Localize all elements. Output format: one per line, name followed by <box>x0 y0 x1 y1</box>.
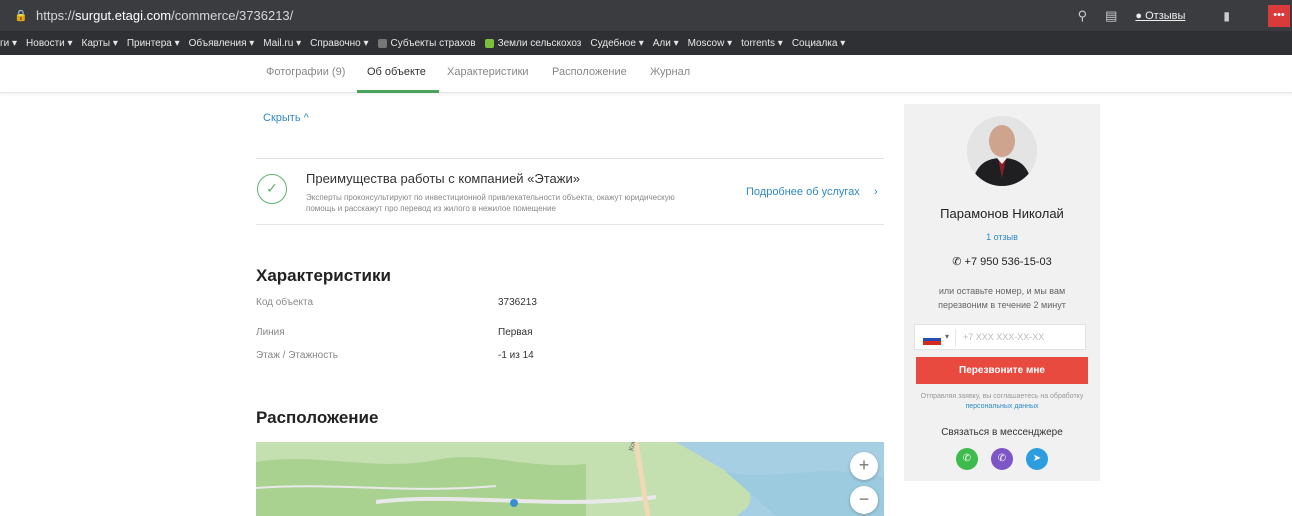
map-tiles <box>256 442 884 516</box>
bookmark-label: Судебное ▾ <box>590 37 644 49</box>
agent-card: Парамонов Николай 1 отзыв ✆ +7 950 536-1… <box>904 104 1100 481</box>
active-tab-indicator <box>357 90 439 93</box>
agent-name: Парамонов Николай <box>940 206 1064 221</box>
char-label: Код объекта <box>256 297 314 308</box>
phone-icon: ✆ <box>952 256 965 268</box>
bookmark-icon[interactable]: ▮ <box>1223 9 1230 23</box>
address-field[interactable]: https://surgut.etagi.com/commerce/373621… <box>36 8 293 23</box>
consent-text: Отправляя заявку, вы соглашаетесь на обр… <box>916 392 1088 412</box>
personal-data-link[interactable]: персональных данных <box>965 403 1038 410</box>
russia-flag-icon[interactable] <box>923 334 941 345</box>
zoom-in-button[interactable]: + <box>850 452 878 480</box>
services-more-link[interactable]: Подробнее об услугах <box>746 186 860 198</box>
agent-avatar <box>967 116 1037 186</box>
url-prefix: https:// <box>36 8 76 23</box>
reviews-label: Отзывы <box>1145 9 1186 22</box>
bookmarks-bar: ги ▾ Новости ▾ Карты ▾ Принтера ▾ Объявления… <box>0 31 1292 55</box>
call-me-button[interactable]: Перезвоните мне <box>916 357 1088 384</box>
bookmark-item[interactable]: Moscow ▾ <box>688 38 732 49</box>
bookmark-label: Справочно ▾ <box>310 37 369 49</box>
tab-journal[interactable]: Журнал <box>650 66 690 78</box>
callback-text: или оставьте номер, и мы вам перезвоним … <box>938 286 1066 310</box>
lock-icon: 🔒 <box>14 9 28 22</box>
browser-url-bar: 🔒 https://surgut.etagi.com/commerce/3736… <box>0 0 1292 31</box>
url-path: /commerce/3736213/ <box>171 8 294 23</box>
bookmark-label: Новости ▾ <box>26 37 73 49</box>
consent-prefix: Отправляя заявку, вы соглашаетесь на обр… <box>920 393 1084 400</box>
bookmark-label: Социалка ▾ <box>791 37 846 49</box>
phone-placeholder[interactable]: +7 XXX XXX-XX-XX <box>963 332 1044 342</box>
bookmark-item[interactable]: ги ▾ <box>0 38 17 49</box>
bookmark-item[interactable]: Субъекты страхов <box>377 37 476 49</box>
telegram-icon[interactable]: ➤ <box>1026 448 1048 470</box>
object-tabs: Фотографии (9) Об объекте Характеристики… <box>0 55 1292 93</box>
phone-field[interactable]: ▾ +7 XXX XXX-XX-XX <box>914 324 1086 350</box>
advantages-title: Преимущества работы с компанией «Этажи» <box>306 171 580 186</box>
zoom-out-button[interactable]: − <box>850 486 878 514</box>
char-value: -1 из 14 <box>498 350 534 361</box>
agent-photo <box>967 116 1037 186</box>
whatsapp-icon[interactable]: ✆ <box>956 448 978 470</box>
agent-phone-number: +7 950 536-15-03 <box>964 256 1052 268</box>
bookmark-item[interactable]: Земли сельскохоз <box>484 37 582 49</box>
bookmark-label: Принтера ▾ <box>126 37 180 49</box>
bookmark-label: Карты ▾ <box>81 37 118 49</box>
search-icon[interactable]: ⚲ <box>1078 8 1088 24</box>
bookmark-item[interactable]: Карты ▾ <box>82 38 118 49</box>
check-icon: ✓ <box>257 174 287 204</box>
tab-about[interactable]: Об объекте <box>367 66 426 78</box>
advantages-block: ✓ Преимущества работы с компанией «Этажи… <box>256 158 884 225</box>
url-host: surgut.etagi.com <box>75 8 172 23</box>
messenger-title: Связаться в мессенджере <box>941 427 1063 438</box>
bookmark-item[interactable]: Судебное ▾ <box>590 38 643 49</box>
tab-photos[interactable]: Фотографии (9) <box>266 66 345 78</box>
char-label: Линия <box>256 327 285 338</box>
char-value: Первая <box>498 327 533 338</box>
chevron-down-icon[interactable]: ▾ <box>945 332 949 341</box>
bookmark-label: torrents ▾ <box>741 37 783 49</box>
bookmark-item[interactable]: Принтера ▾ <box>127 38 180 49</box>
location-heading: Расположение <box>256 408 379 427</box>
bookmark-item[interactable]: Объявления ▾ <box>189 38 255 49</box>
bookmark-item[interactable]: Социалка ▾ <box>792 38 845 49</box>
bookmark-item[interactable]: Али ▾ <box>653 38 679 49</box>
bookmark-label: Moscow ▾ <box>687 37 733 49</box>
reviews-button[interactable]: ● Отзывы <box>1135 10 1185 22</box>
agent-reviews-link[interactable]: 1 отзыв <box>904 232 1100 242</box>
chevron-right-icon[interactable]: › <box>874 186 878 198</box>
location-map[interactable]: Комсомольская + − <box>256 442 884 516</box>
divider <box>955 329 956 347</box>
bookmark-item[interactable]: Новости ▾ <box>26 38 73 49</box>
char-label: Этаж / Этажность <box>256 350 339 361</box>
browser-menu-button[interactable]: ••• <box>1268 4 1290 27</box>
viber-icon[interactable]: ✆ <box>991 448 1013 470</box>
tab-location[interactable]: Расположение <box>552 66 627 78</box>
bookmark-favicon-icon <box>484 38 494 48</box>
bookmark-item[interactable]: Справочно ▾ <box>310 38 368 49</box>
bookmark-label: Mail.ru ▾ <box>263 37 302 49</box>
hide-link[interactable]: Скрыть ^ <box>263 112 309 124</box>
agent-phone[interactable]: ✆ +7 950 536-15-03 <box>904 255 1100 268</box>
bookmark-item[interactable]: torrents ▾ <box>741 38 783 49</box>
bookmark-item[interactable]: Mail.ru ▾ <box>263 38 301 49</box>
bookmark-label: Объявления ▾ <box>188 37 255 49</box>
bookmark-label: Земли сельскохоз <box>497 37 582 49</box>
bookmark-label: Субъекты страхов <box>390 37 476 49</box>
extension-icon[interactable]: ▤ <box>1105 8 1117 24</box>
tab-characteristics[interactable]: Характеристики <box>447 66 529 78</box>
bookmark-favicon-icon <box>377 38 387 48</box>
bookmark-label: Али ▾ <box>652 37 679 49</box>
bookmark-label: ги ▾ <box>0 37 18 49</box>
char-value: 3736213 <box>498 297 537 308</box>
characteristics-heading: Характеристики <box>256 266 391 285</box>
advantages-description: Эксперты проконсультируют по инвестицион… <box>306 193 675 213</box>
